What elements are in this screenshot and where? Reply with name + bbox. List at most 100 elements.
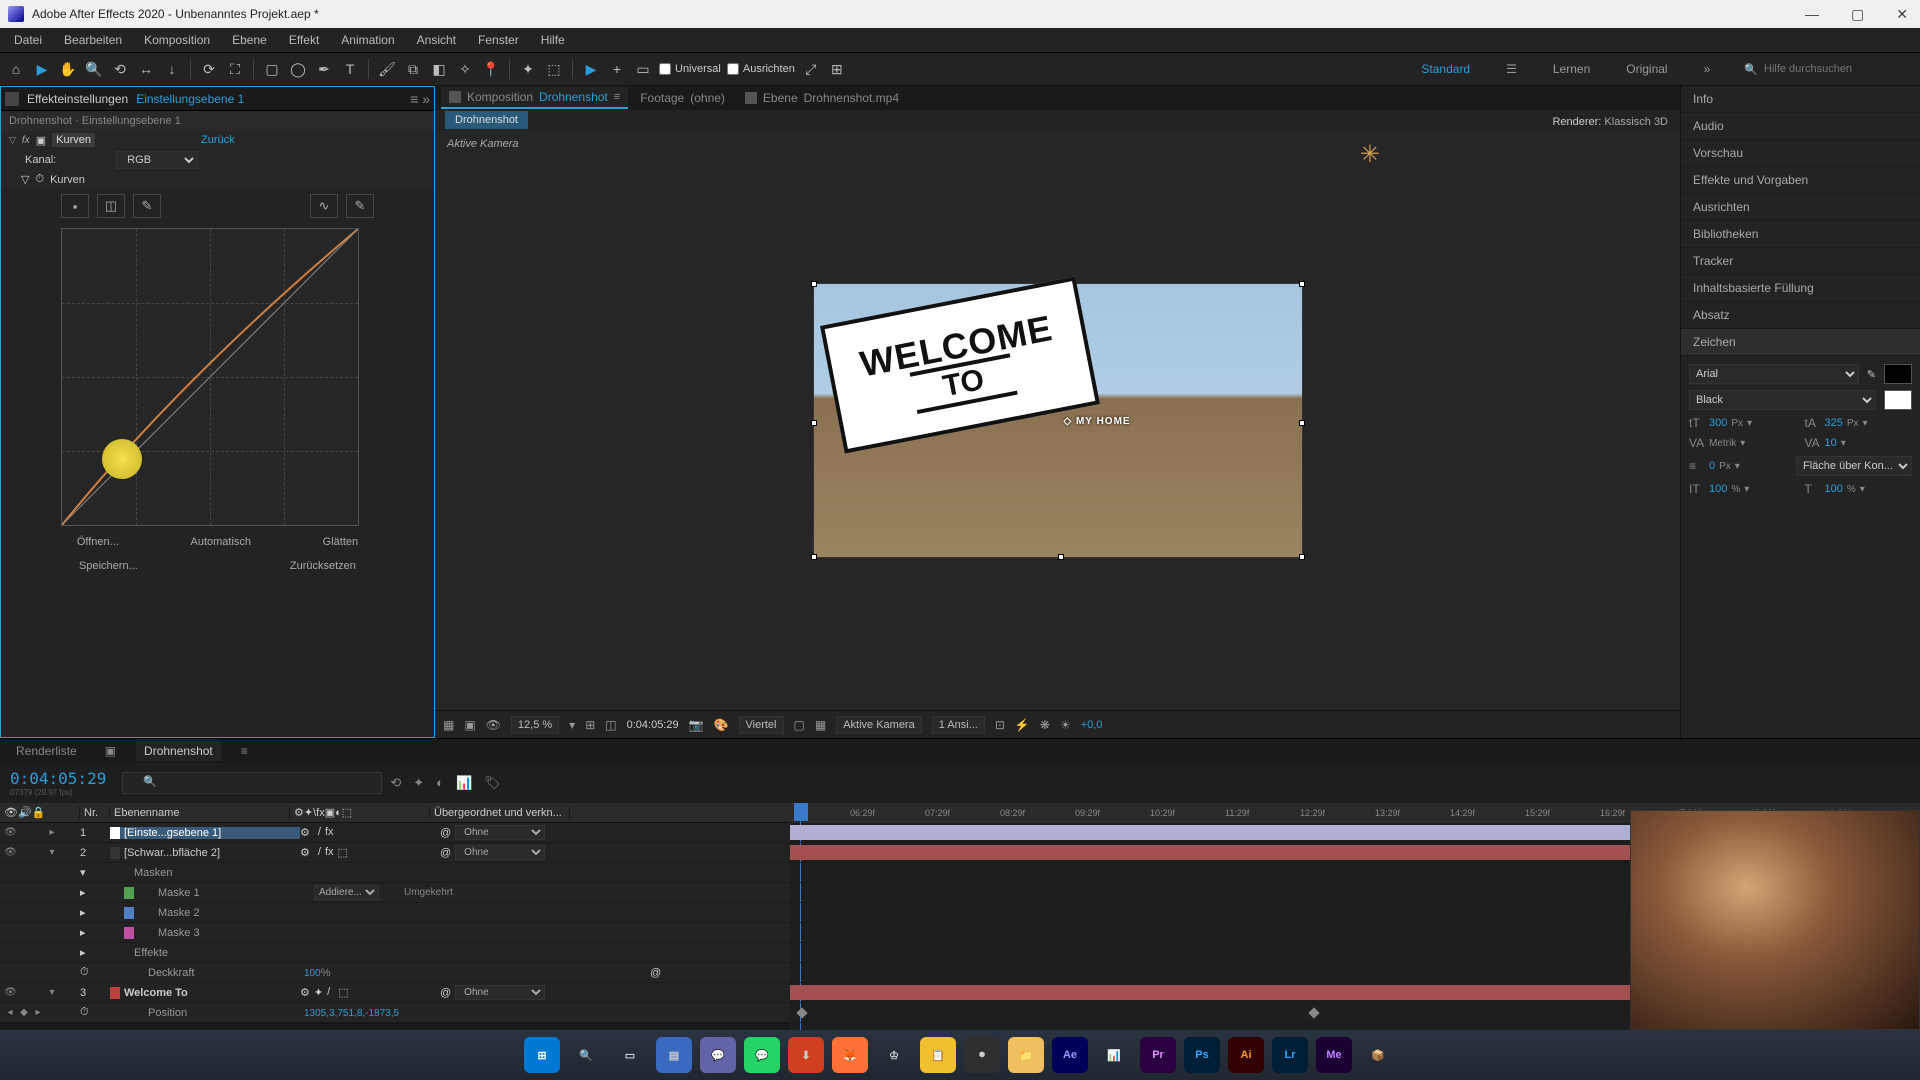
vscale-value[interactable]: 100 — [1709, 483, 1727, 495]
panel-info[interactable]: Info — [1681, 86, 1920, 113]
anchor-tool-icon[interactable]: ↓ — [162, 59, 182, 79]
pickwhip-icon[interactable]: @ — [440, 827, 451, 839]
vf-fast-icon[interactable]: ⚡ — [1015, 718, 1030, 732]
vf-pixel-icon[interactable]: ⊡ — [995, 718, 1005, 732]
keyframe-icon[interactable] — [1308, 1007, 1319, 1018]
taskbar-app[interactable]: ♔ — [876, 1037, 912, 1073]
menu-hilfe[interactable]: Hilfe — [531, 31, 575, 49]
tracking-value[interactable]: 10 — [1825, 437, 1837, 449]
tl-graph-icon[interactable]: 📊 — [456, 775, 472, 791]
workspace-lernen[interactable]: Lernen — [1545, 59, 1598, 79]
vf-channel-icon[interactable]: 🎨 — [714, 718, 729, 732]
eye-icon[interactable]: 👁 — [4, 847, 16, 859]
panel-bibliotheken[interactable]: Bibliotheken — [1681, 221, 1920, 248]
3d-tool-icon[interactable]: ⬚ — [544, 59, 564, 79]
prop-row[interactable]: ◂◆▸⏱Position1305,3,751,8,-1873,5 — [0, 1003, 790, 1023]
pickwhip-icon[interactable]: @ — [440, 847, 451, 859]
vf-color-icon[interactable]: ❋ — [1040, 718, 1050, 732]
panel-vorschau[interactable]: Vorschau — [1681, 140, 1920, 167]
rect-tool-icon[interactable]: ▢ — [262, 59, 282, 79]
add-icon[interactable]: + — [607, 59, 627, 79]
maximize-button[interactable]: ▢ — [1847, 6, 1868, 23]
close-button[interactable]: ✕ — [1892, 6, 1912, 23]
vf-guides-icon[interactable]: ◫ — [605, 718, 616, 732]
text-tool-icon[interactable]: T — [340, 59, 360, 79]
tl-snap-icon[interactable]: 🏷 — [484, 775, 501, 791]
font-select[interactable]: Arial — [1689, 364, 1859, 384]
timeline-search[interactable]: 🔍 — [122, 772, 382, 794]
leading-value[interactable]: 325 — [1825, 417, 1843, 429]
vf-transparency-icon[interactable]: ▦ — [815, 718, 826, 732]
vf-snapshot-icon[interactable]: 📷 — [689, 718, 704, 732]
start-button[interactable]: ⊞ — [524, 1037, 560, 1073]
panel-tracker[interactable]: Tracker — [1681, 248, 1920, 275]
ellipse-tool-icon[interactable]: ◯ — [288, 59, 308, 79]
curves-smooth-button[interactable]: Glätten — [323, 536, 358, 548]
stopwatch-icon[interactable]: ⏱ — [35, 173, 44, 186]
playhead[interactable] — [794, 803, 808, 821]
layer-color[interactable] — [110, 827, 120, 839]
panel-effekte[interactable]: Effekte und Vorgaben — [1681, 167, 1920, 194]
eraser-tool-icon[interactable]: ◧ — [429, 59, 449, 79]
snap-icon[interactable]: ▭ — [633, 59, 653, 79]
menu-ansicht[interactable]: Ansicht — [407, 31, 466, 49]
quality-select[interactable]: Viertel — [739, 716, 784, 734]
light-icon[interactable]: ✳ — [1360, 140, 1380, 169]
help-search-input[interactable] — [1764, 63, 1914, 75]
menu-fenster[interactable]: Fenster — [468, 31, 529, 49]
panel-ausrichten[interactable]: Ausrichten — [1681, 194, 1920, 221]
vf-mask-icon[interactable]: ▣ — [464, 718, 475, 732]
taskbar-app[interactable]: 📊 — [1096, 1037, 1132, 1073]
tl-fx-icon[interactable]: ✦ — [413, 775, 424, 791]
zoom-select[interactable]: 12,5 % — [511, 716, 559, 734]
curves-reset-button[interactable]: Zurücksetzen — [290, 560, 356, 572]
taskbar-app[interactable]: 💬 — [700, 1037, 736, 1073]
collapse-kurven-icon[interactable]: ▽ — [21, 173, 29, 186]
curves-auto-button[interactable]: Automatisch — [190, 536, 251, 548]
menu-effekt[interactable]: Effekt — [279, 31, 329, 49]
taskbar-app[interactable]: ▤ — [656, 1037, 692, 1073]
selection-tool-icon[interactable]: ▶ — [32, 59, 52, 79]
parent-select[interactable]: Ohne — [455, 845, 545, 860]
expand-icon[interactable]: ▾ — [46, 987, 58, 999]
hscale-value[interactable]: 100 — [1825, 483, 1843, 495]
curve-bezier-icon[interactable]: ▪ — [61, 194, 89, 218]
taskbar-obs[interactable]: ⏺ — [964, 1037, 1000, 1073]
layer-name[interactable]: [Einste...gsebene 1] — [120, 827, 300, 839]
layer-row-3[interactable]: 👁▾ 3 Welcome To ⚙✦/⬚ @Ohne — [0, 983, 790, 1003]
vf-grid-icon[interactable]: ⊞ — [585, 718, 595, 732]
expand-icon[interactable]: ▾ — [46, 847, 58, 859]
weight-select[interactable]: Black — [1689, 390, 1876, 410]
stroke-value[interactable]: 0 — [1709, 460, 1715, 472]
layer-color[interactable] — [110, 847, 120, 859]
tab-komposition[interactable]: Komposition Drohnenshot ≡ — [441, 87, 628, 109]
vf-3d-icon[interactable]: 👁 — [486, 718, 501, 732]
home-icon[interactable]: ⌂ — [6, 59, 26, 79]
position-value[interactable]: 1305,3,751,8,-1873,5 — [304, 1008, 399, 1019]
ausrichten-checkbox[interactable] — [727, 63, 739, 75]
taskbar-app[interactable]: 📋 — [920, 1037, 956, 1073]
video-preview[interactable]: WELCOME TO ◇ MY HOME — [813, 283, 1303, 558]
kf-nav-prev-icon[interactable]: ◂ — [4, 1007, 16, 1019]
tab-footage[interactable]: Footage (ohne) — [632, 88, 733, 108]
taskbar-ai[interactable]: Ai — [1228, 1037, 1264, 1073]
vf-res-icon[interactable]: ▾ — [569, 718, 575, 732]
eye-icon[interactable]: 👁 — [4, 987, 16, 999]
grid-icon[interactable]: ⊞ — [827, 59, 847, 79]
layer-row-2[interactable]: 👁▾ 2 [Schwar...bfläche 2] ⚙/fx⬚ @Ohne — [0, 843, 790, 863]
kerning-value[interactable]: Metrik — [1709, 438, 1736, 449]
curve-point-marker[interactable] — [102, 439, 142, 479]
tab-drohnenshot[interactable]: Drohnenshot — [136, 741, 221, 761]
kanal-select[interactable]: RGB — [116, 151, 198, 169]
minimize-button[interactable]: — — [1801, 6, 1823, 23]
tl-mb-icon[interactable]: ◐ — [436, 775, 444, 791]
workspace-menu-icon[interactable]: ☰ — [1498, 59, 1525, 79]
kf-nav-next-icon[interactable]: ▸ — [32, 1007, 44, 1019]
kf-add-icon[interactable]: ◆ — [18, 1007, 30, 1019]
roto-tool-icon[interactable]: ✧ — [455, 59, 475, 79]
workspace-standard[interactable]: Standard — [1413, 59, 1478, 79]
panel-options-icon[interactable]: ≡ » — [410, 91, 430, 107]
collapse-icon[interactable]: ▽ — [9, 135, 16, 146]
fx-badge-icon[interactable]: fx — [22, 135, 30, 146]
pen-tool-icon[interactable]: ✒ — [314, 59, 334, 79]
